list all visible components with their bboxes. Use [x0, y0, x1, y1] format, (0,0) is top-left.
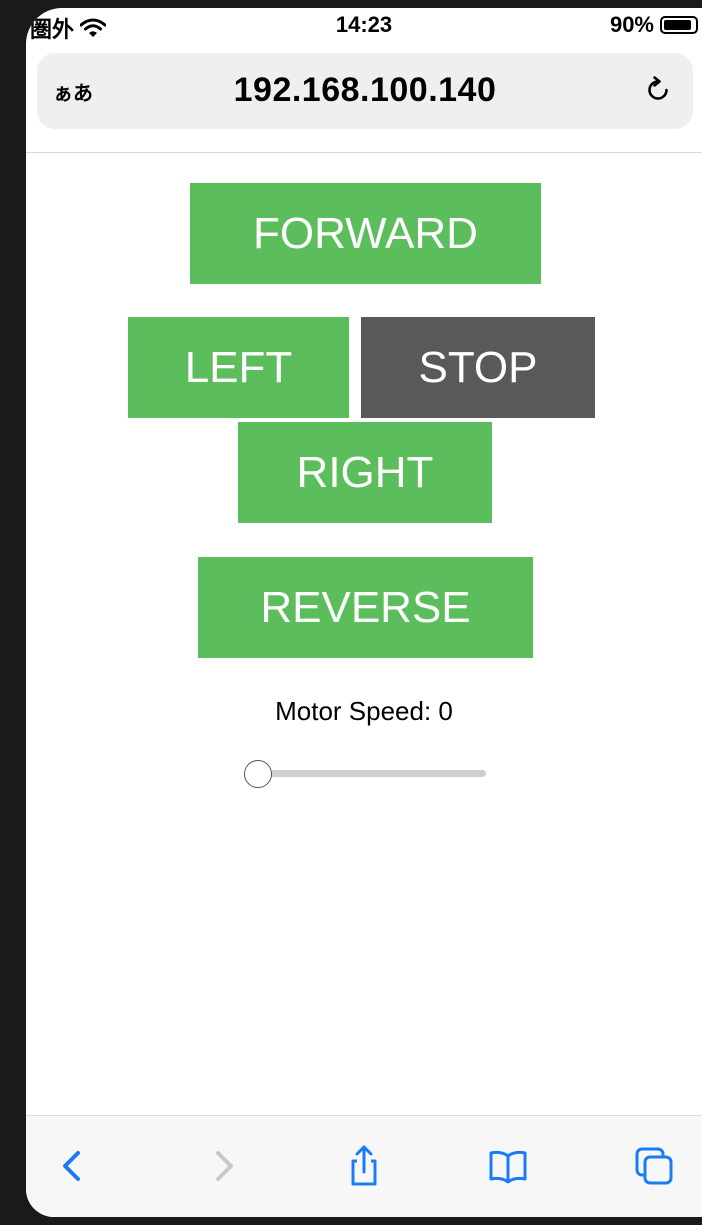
bookmarks-icon[interactable] — [486, 1144, 530, 1188]
reverse-button[interactable]: REVERSE — [198, 557, 533, 658]
motor-speed-slider[interactable] — [244, 760, 486, 788]
battery-icon — [660, 16, 698, 34]
header-divider — [26, 152, 702, 153]
address-bar[interactable]: ぁあ 192.168.100.140 — [37, 53, 693, 129]
share-icon[interactable] — [342, 1144, 386, 1188]
browser-toolbar — [26, 1116, 702, 1217]
reload-icon[interactable] — [641, 73, 675, 107]
right-button[interactable]: RIGHT — [238, 422, 492, 523]
back-icon[interactable] — [52, 1144, 96, 1188]
url-text[interactable]: 192.168.100.140 — [37, 71, 693, 110]
battery-fill — [664, 20, 691, 30]
stop-button[interactable]: STOP — [361, 317, 595, 418]
forward-icon[interactable] — [200, 1144, 244, 1188]
forward-button[interactable]: FORWARD — [190, 183, 541, 284]
battery-percent: 90% — [609, 12, 654, 37]
device-frame: 圏外 14:23 90% ぁあ 192.168.100.140 FORWARD … — [0, 0, 702, 1225]
slider-track — [246, 770, 486, 777]
screen: 圏外 14:23 90% ぁあ 192.168.100.140 FORWARD … — [26, 8, 702, 1217]
motor-speed-label: Motor Speed: 0 — [275, 696, 453, 726]
status-time: 14:23 — [335, 12, 393, 37]
status-bar: 圏外 14:23 90% — [26, 8, 702, 46]
tabs-icon[interactable] — [632, 1144, 676, 1188]
slider-thumb[interactable] — [244, 760, 272, 788]
battery-status: 90% — [610, 12, 698, 38]
left-button[interactable]: LEFT — [128, 317, 349, 418]
